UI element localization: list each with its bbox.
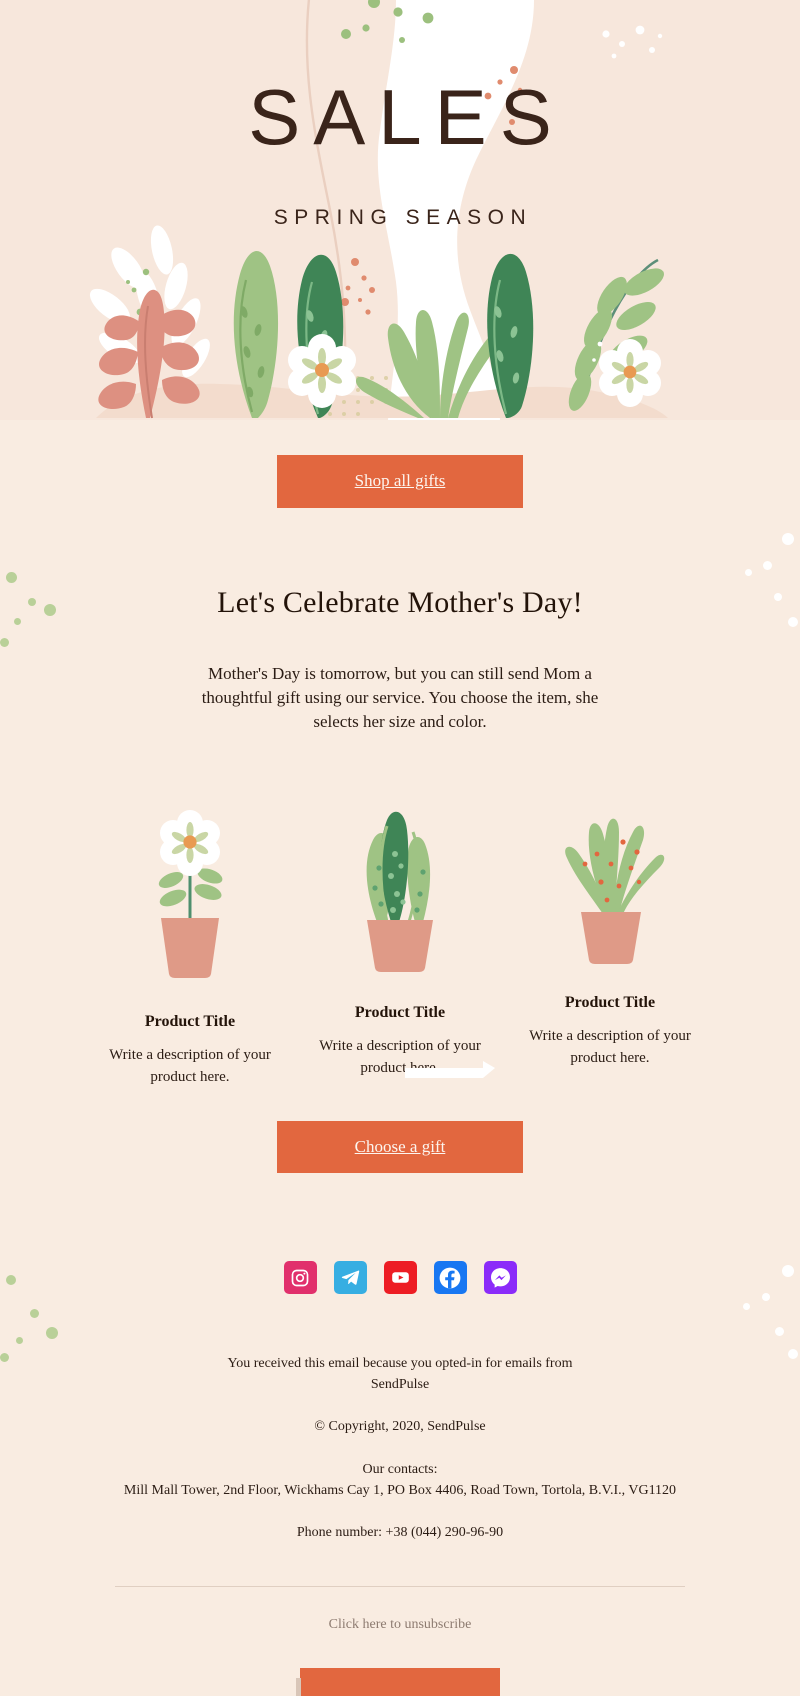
unsubscribe-wrap: Click here to unsubscribe [0,1587,800,1633]
hero-text-block: SALES SPRING SEASON [0,78,800,230]
social-links [0,1261,800,1295]
messenger-icon [490,1268,510,1288]
social-link-messenger[interactable] [483,1261,517,1295]
product-title: Product Title [564,994,656,1012]
footer-contacts-block: Our contacts: Mill Mall Tower, 2nd Floor… [0,1460,800,1501]
footer-address: Mill Mall Tower, 2nd Floor, Wickhams Cay… [123,1482,677,1498]
footer: You received this email because you opte… [0,1354,800,1696]
choose-a-gift-button-wrap: Choose a gift [0,1120,800,1174]
product-card[interactable]: Product Title Write a description of you… [85,806,295,1089]
footer-phone: Phone number: +38 (044) 290-96-90 [296,1525,504,1541]
decorative-flag-shape [405,1061,495,1079]
celebrate-section: Let's Celebrate Mother's Day! Mother's D… [0,586,800,734]
footer-optin: You received this email because you opte… [0,1354,800,1395]
instagram-icon [291,1269,309,1287]
product-grid: Product Title Write a description of you… [0,806,800,1089]
product-card[interactable]: Product Title Write a description of you… [505,806,715,1070]
choose-a-gift-button[interactable]: Choose a gift [277,1120,523,1174]
unsubscribe-link[interactable]: Click here to unsubscribe [329,1617,472,1633]
product-title: Product Title [144,1013,236,1031]
celebrate-paragraph: Mother's Day is tomorrow, but you can st… [201,663,599,731]
social-link-youtube[interactable] [383,1261,417,1295]
page-title: Let's Celebrate Mother's Day! [217,585,583,619]
hero-subtitle: SPRING SEASON [273,206,533,229]
flower-plant-illustration [93,806,287,981]
product-title: Product Title [354,1004,446,1022]
footer-contacts-label: Our contacts: [362,1461,438,1477]
footer-copyright: © Copyright, 2020, SendPulse [314,1419,486,1435]
youtube-icon [391,1272,409,1283]
shop-all-gifts-button-wrap: Shop all gifts [0,455,800,508]
facebook-icon [439,1267,461,1289]
footer-accent-bar [300,1667,500,1696]
product-description: Write a description of your product here… [529,1028,691,1066]
telegram-icon [341,1270,359,1286]
product-description: Write a description of your product here… [109,1047,271,1085]
social-link-telegram[interactable] [333,1261,367,1295]
social-link-instagram[interactable] [283,1261,317,1295]
footer-optin-line2: SendPulse [370,1376,430,1392]
aloe-plant-illustration [513,806,707,966]
hero-banner: SALES SPRING SEASON [0,0,800,420]
hero-title: SALES [248,73,565,161]
shop-all-gifts-button[interactable]: Shop all gifts [277,455,523,508]
email-page: SALES SPRING SEASON Shop all gifts Let's… [0,0,800,1696]
snake-plant-illustration [303,806,497,974]
footer-optin-line1: You received this email because you opte… [227,1356,573,1372]
footer-copyright-block: © Copyright, 2020, SendPulse [0,1417,800,1438]
product-card[interactable]: Product Title Write a description of you… [295,806,505,1080]
footer-tick-mark [296,1677,301,1696]
social-link-facebook[interactable] [433,1261,467,1295]
footer-phone-block: Phone number: +38 (044) 290-96-90 [0,1523,800,1544]
